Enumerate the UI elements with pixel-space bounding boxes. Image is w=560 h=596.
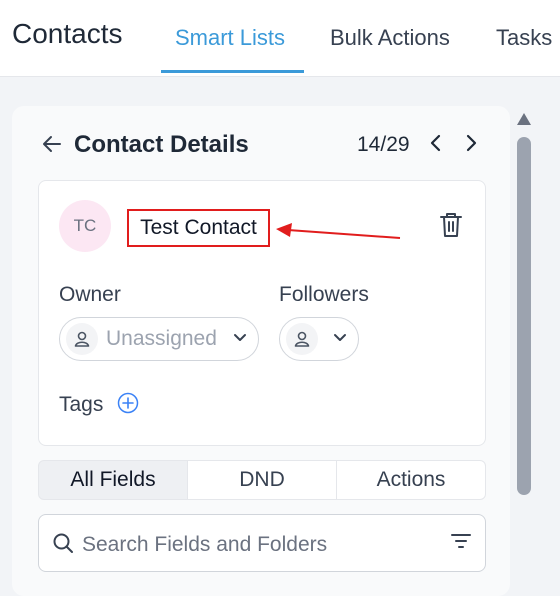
tab-all-fields[interactable]: All Fields: [38, 460, 188, 500]
chevron-right-icon[interactable]: [461, 131, 481, 155]
search-input[interactable]: [80, 529, 424, 561]
trash-icon[interactable]: [437, 210, 465, 240]
contact-name[interactable]: Test Contact: [140, 216, 257, 240]
owner-label: Owner: [59, 283, 121, 306]
tab-smart-lists[interactable]: Smart Lists: [175, 25, 285, 51]
tab-tasks[interactable]: Tasks: [496, 25, 552, 51]
user-icon: [286, 323, 318, 355]
scrollbar-thumb[interactable]: [517, 137, 531, 495]
pager-count: 14/29: [357, 133, 410, 156]
avatar: TC: [59, 200, 111, 252]
back-arrow-icon[interactable]: [40, 132, 64, 156]
active-tab-indicator: [161, 70, 304, 73]
contact-details-title: Contact Details: [74, 131, 249, 158]
search-icon: [53, 533, 73, 553]
tab-bulk-actions[interactable]: Bulk Actions: [330, 25, 450, 51]
annotation-arrow-icon: [276, 223, 401, 239]
tags-label: Tags: [59, 393, 104, 416]
filter-icon[interactable]: [450, 531, 472, 551]
followers-select[interactable]: [279, 317, 359, 361]
page-title: Contacts: [12, 18, 123, 49]
followers-label: Followers: [279, 283, 369, 306]
tab-dnd[interactable]: DND: [187, 460, 337, 500]
chevron-left-icon[interactable]: [426, 131, 446, 155]
owner-value[interactable]: Unassigned: [106, 327, 217, 351]
contact-name-highlight[interactable]: Test Contact: [127, 209, 270, 247]
scroll-up-arrow[interactable]: [517, 113, 531, 125]
chevron-down-icon: [334, 334, 346, 341]
tab-actions[interactable]: Actions: [336, 460, 486, 500]
add-tag-icon[interactable]: [117, 392, 139, 414]
user-icon: [66, 323, 98, 355]
chevron-down-icon: [234, 334, 246, 341]
